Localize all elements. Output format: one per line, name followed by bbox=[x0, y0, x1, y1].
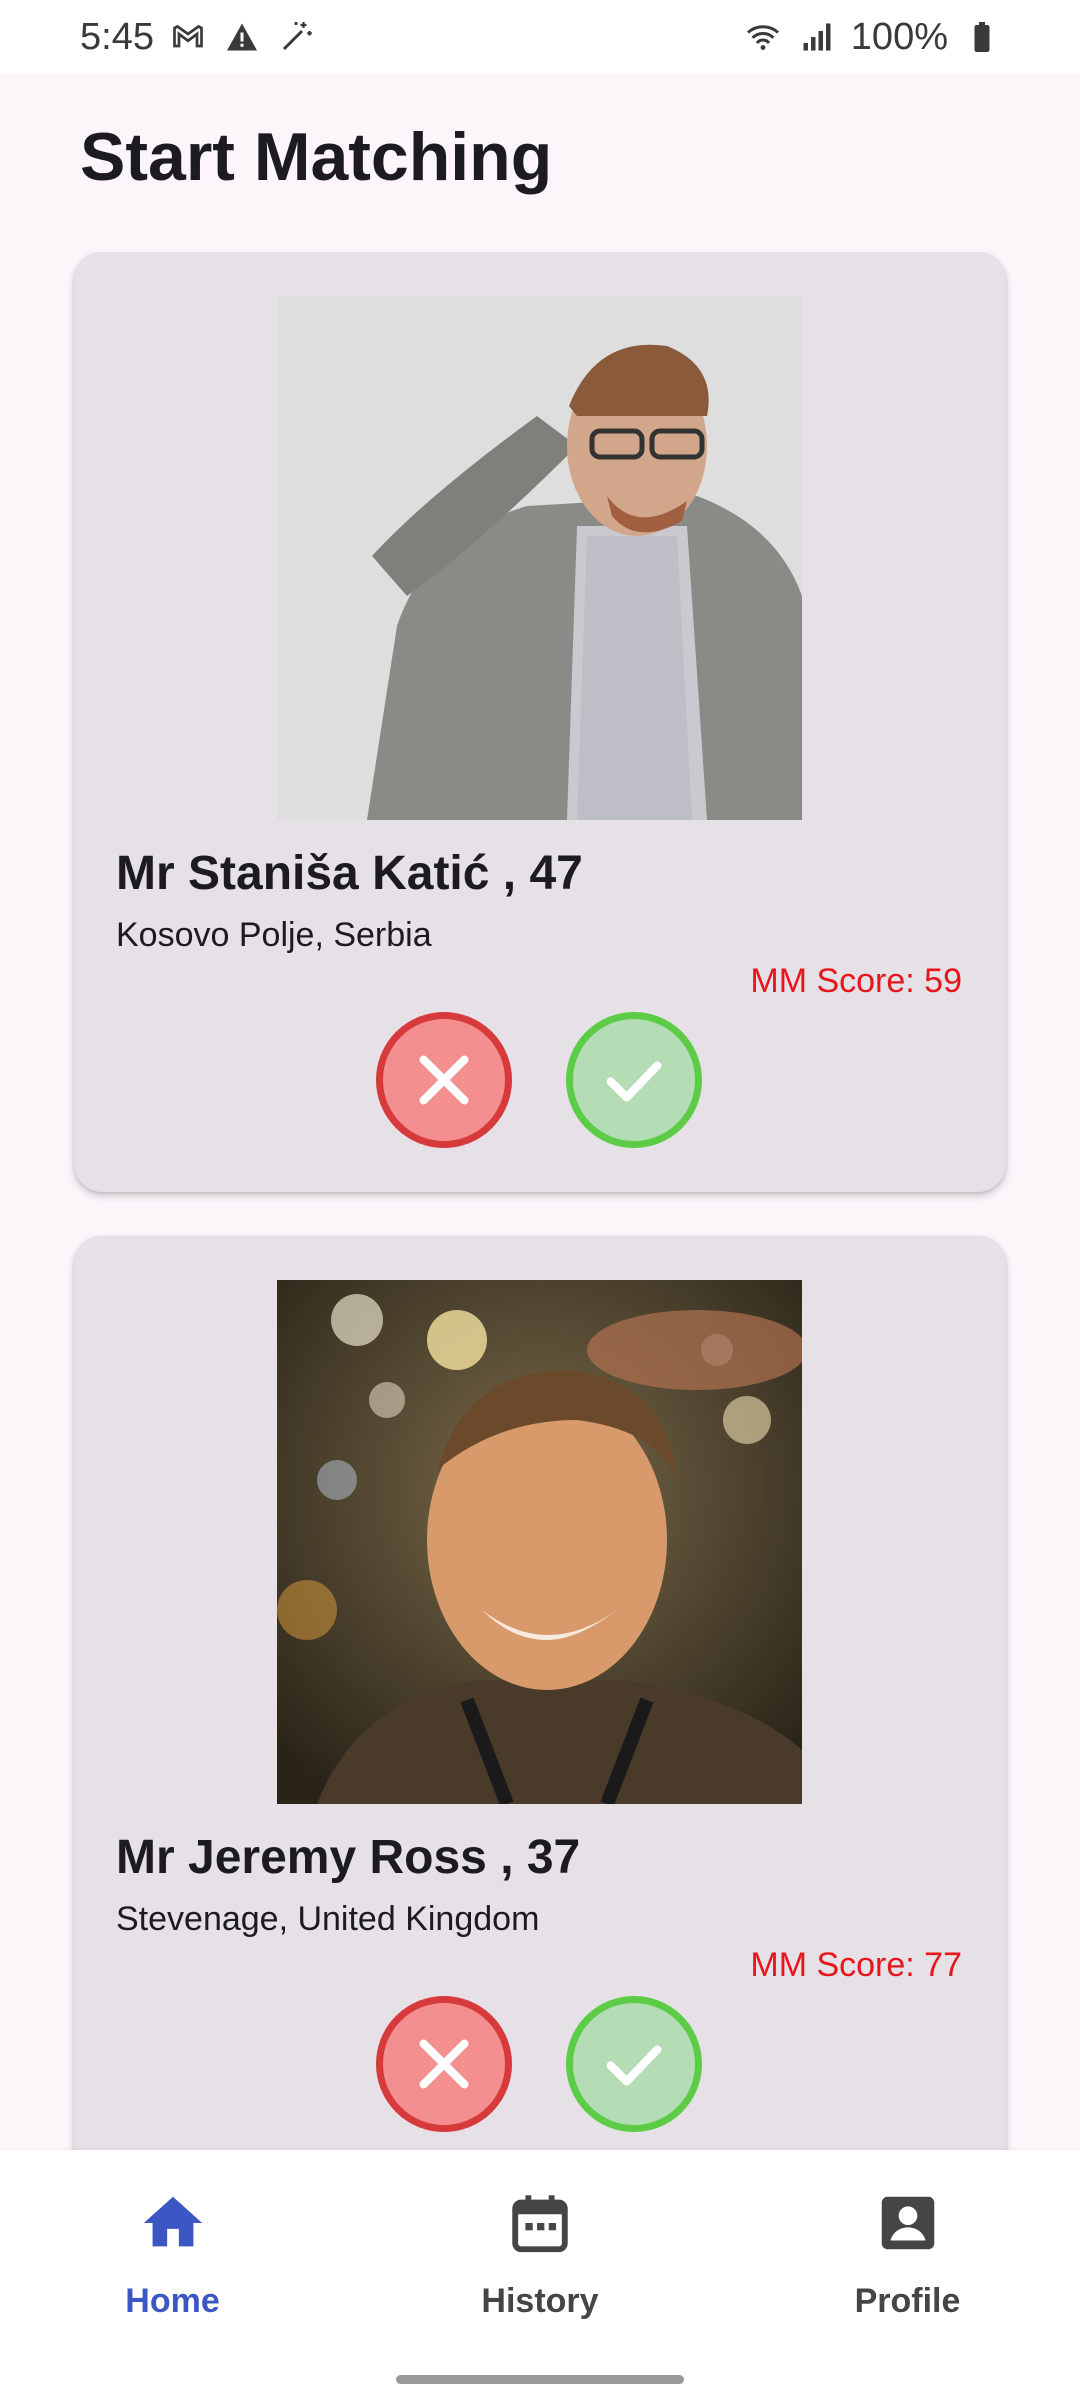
profile-icon bbox=[871, 2186, 945, 2260]
gmail-icon bbox=[168, 17, 208, 57]
battery-percent: 100% bbox=[850, 15, 948, 58]
nav-label-history: History bbox=[481, 2282, 599, 2320]
reject-button[interactable] bbox=[376, 1996, 512, 2132]
nav-item-home[interactable]: Home bbox=[0, 2150, 345, 2400]
match-score: MM Score: 77 bbox=[750, 1946, 962, 1984]
match-location: Kosovo Polje, Serbia bbox=[116, 916, 432, 954]
profile-photo bbox=[277, 1280, 802, 1804]
match-card: Mr Jeremy Ross , 37 Stevenage, United Ki… bbox=[74, 1236, 1006, 2150]
battery-icon bbox=[962, 17, 1002, 57]
match-name: Mr Jeremy Ross , 37 bbox=[116, 1831, 581, 1884]
home-icon bbox=[136, 2186, 210, 2260]
close-icon bbox=[419, 1055, 469, 1105]
wifi-icon bbox=[743, 17, 783, 57]
page-title: Start Matching bbox=[80, 119, 553, 195]
nav-item-history[interactable]: History bbox=[345, 2150, 735, 2400]
status-bar: 5:45 100% bbox=[0, 0, 1080, 74]
match-score: MM Score: 59 bbox=[750, 962, 962, 1000]
magic-wand-icon bbox=[276, 17, 316, 57]
close-icon bbox=[419, 2039, 469, 2089]
profile-photo bbox=[277, 296, 802, 820]
match-card: Mr Staniša Katić , 47 Kosovo Polje, Serb… bbox=[74, 252, 1006, 1192]
gesture-home-indicator[interactable] bbox=[396, 2375, 684, 2384]
match-name: Mr Staniša Katić , 47 bbox=[116, 847, 583, 900]
nav-label-profile: Profile bbox=[854, 2282, 961, 2320]
check-icon bbox=[606, 1061, 662, 1102]
accept-button[interactable] bbox=[566, 1012, 702, 1148]
status-bar-right: 100% bbox=[743, 16, 1002, 59]
calendar-icon bbox=[503, 2186, 577, 2260]
nav-label-home: Home bbox=[125, 2282, 220, 2320]
signal-icon bbox=[797, 17, 837, 57]
status-time: 5:45 bbox=[80, 15, 154, 58]
match-location: Stevenage, United Kingdom bbox=[116, 1900, 540, 1938]
nav-item-profile[interactable]: Profile bbox=[735, 2150, 1080, 2400]
status-bar-left: 5:45 bbox=[80, 16, 316, 59]
reject-button[interactable] bbox=[376, 1012, 512, 1148]
check-icon bbox=[606, 2045, 662, 2086]
bottom-navigation: Home History Profile bbox=[0, 2150, 1080, 2400]
accept-button[interactable] bbox=[566, 1996, 702, 2132]
match-feed[interactable]: Mr Staniša Katić , 47 Kosovo Polje, Serb… bbox=[0, 252, 1080, 2150]
warning-icon bbox=[222, 17, 262, 57]
